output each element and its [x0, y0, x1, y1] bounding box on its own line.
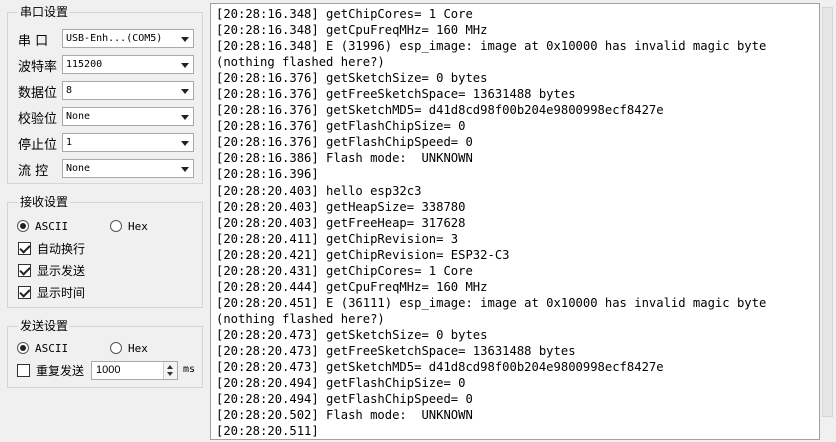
send-settings-title: 发送设置	[18, 318, 71, 334]
log-line: [20:28:16.348] getChipCores= 1 Core	[216, 7, 473, 21]
log-line: [20:28:20.494] getFlashChipSpeed= 0	[216, 392, 473, 407]
baud-value: 115200	[66, 59, 103, 70]
log-line: [20:28:20.444] getCpuFreqMHz= 160 MHz	[216, 279, 488, 294]
interval-unit-label: ms	[183, 364, 196, 375]
log-line: [20:28:16.376] getSketchMD5= d41d8cd98f0…	[216, 103, 664, 118]
scrollbar-thumb[interactable]	[822, 7, 833, 417]
log-line: [20:28:20.511]	[216, 424, 319, 439]
repeat-interval-input[interactable]: 1000	[91, 361, 178, 380]
baud-label: 波特率	[18, 59, 58, 75]
chevron-down-icon	[181, 63, 189, 68]
log-line: [20:28:16.376] getFreeSketchSpace= 13631…	[216, 87, 576, 102]
checkbox-checked-icon	[18, 263, 31, 277]
repeat-send-label: 重复发送	[36, 363, 85, 378]
repeat-interval-value: 1000	[96, 364, 121, 376]
parity-select[interactable]: None	[62, 107, 194, 126]
receive-settings-title: 接收设置	[18, 194, 71, 210]
port-label: 串 口	[18, 33, 49, 49]
log-line: [20:28:20.502] Flash mode: UNKNOWN	[216, 408, 473, 423]
flow-label: 流 控	[18, 163, 49, 179]
auto-wrap-label: 自动换行	[37, 241, 86, 256]
show-time-label: 显示时间	[37, 285, 86, 300]
flow-select[interactable]: None	[62, 159, 194, 178]
log-line: [20:28:20.431] getChipCores= 1 Core	[216, 263, 473, 278]
flow-row: 流 控	[18, 159, 64, 179]
log-line: [20:28:20.421] getChipRevision= ESP32-C3	[216, 247, 510, 262]
serial-settings-title: 串口设置	[18, 4, 71, 20]
receive-hex-label: Hex	[128, 219, 148, 233]
stop-bits-row: 停止位	[18, 133, 64, 153]
chevron-down-icon	[181, 167, 189, 172]
parity-value: None	[66, 111, 91, 122]
log-line: [20:28:16.348] E (31996) esp_image: imag…	[216, 39, 767, 54]
flow-value: None	[66, 163, 91, 174]
log-line: [20:28:20.473] getSketchSize= 0 bytes	[216, 327, 488, 342]
receive-ascii-label: ASCII	[35, 219, 69, 233]
stop-bits-value: 1	[66, 137, 73, 148]
log-line: [20:28:20.473] getFreeSketchSpace= 13631…	[216, 343, 576, 358]
spin-down-icon[interactable]	[167, 372, 173, 376]
spin-buttons[interactable]	[163, 362, 177, 379]
serial-settings-group: 串口设置 串 口 USB-Enh...(COM5) 波特率 115200 数据位…	[7, 4, 203, 184]
data-bits-value: 8	[66, 85, 73, 96]
auto-wrap-checkbox[interactable]: 自动换行	[18, 239, 85, 257]
radio-selected-icon	[17, 220, 29, 232]
show-send-label: 显示发送	[37, 263, 86, 278]
send-hex-radio[interactable]: Hex	[110, 339, 148, 357]
radio-unselected-icon	[110, 220, 122, 232]
log-line: [20:28:20.403] getFreeHeap= 317628	[216, 215, 466, 230]
log-line: [20:28:20.473] getSketchMD5= d41d8cd98f0…	[216, 360, 664, 375]
log-line: [20:28:20.403] getHeapSize= 338780	[216, 199, 466, 214]
receive-settings-group: 接收设置 ASCII Hex 自动换行 显示发送 显示时间	[7, 194, 203, 308]
log-line: [20:28:16.386] Flash mode: UNKNOWN	[216, 151, 473, 166]
chevron-down-icon	[181, 89, 189, 94]
baud-row: 波特率	[18, 55, 64, 75]
stop-bits-label: 停止位	[18, 137, 58, 153]
radio-selected-icon	[17, 342, 29, 354]
log-scrollbar[interactable]	[820, 3, 836, 440]
log-lines: [20:28:16.348] getChipCores= 1 Core [20:2…	[211, 4, 819, 439]
port-value: USB-Enh...(COM5)	[66, 33, 163, 44]
log-line: (nothing flashed here?)	[216, 311, 385, 326]
settings-panel: 串口设置 串 口 USB-Enh...(COM5) 波特率 115200 数据位…	[0, 0, 208, 442]
log-line: [20:28:16.396]	[216, 167, 319, 182]
log-line: [20:28:20.403] hello esp32c3	[216, 183, 422, 198]
send-ascii-label: ASCII	[35, 341, 69, 355]
log-line: [20:28:20.494] getFlashChipSize= 0	[216, 376, 466, 391]
chevron-down-icon	[181, 141, 189, 146]
data-bits-select[interactable]: 8	[62, 81, 194, 100]
checkbox-checked-icon	[18, 241, 31, 255]
chevron-down-icon	[181, 115, 189, 120]
spin-up-icon[interactable]	[167, 365, 173, 369]
checkbox-checked-icon	[18, 285, 31, 299]
receive-log-textarea[interactable]: [20:28:16.348] getChipCores= 1 Core [20:2…	[210, 3, 820, 440]
data-bits-row: 数据位	[18, 81, 64, 101]
parity-label: 校验位	[18, 111, 58, 127]
log-line: [20:28:16.376] getSketchSize= 0 bytes	[216, 71, 488, 86]
send-hex-label: Hex	[128, 341, 148, 355]
show-send-checkbox[interactable]: 显示发送	[18, 261, 85, 279]
port-row: 串 口	[18, 29, 64, 49]
repeat-send-checkbox[interactable]: 重复发送	[17, 361, 84, 379]
show-time-checkbox[interactable]: 显示时间	[18, 283, 85, 301]
log-line: (nothing flashed here?)	[216, 55, 385, 70]
baud-select[interactable]: 115200	[62, 55, 194, 74]
receive-ascii-radio[interactable]: ASCII	[17, 217, 68, 235]
checkbox-unchecked-icon	[17, 363, 30, 377]
send-ascii-radio[interactable]: ASCII	[17, 339, 68, 357]
log-line: [20:28:20.411] getChipRevision= 3	[216, 231, 459, 246]
log-line: [20:28:16.376] getFlashChipSpeed= 0	[216, 135, 473, 150]
log-line: [20:28:16.376] getFlashChipSize= 0	[216, 119, 466, 134]
radio-unselected-icon	[110, 342, 122, 354]
parity-row: 校验位	[18, 107, 64, 127]
data-bits-label: 数据位	[18, 85, 58, 101]
port-select[interactable]: USB-Enh...(COM5)	[62, 29, 194, 48]
chevron-down-icon	[181, 37, 189, 42]
receive-hex-radio[interactable]: Hex	[110, 217, 148, 235]
log-line: [20:28:16.348] getCpuFreqMHz= 160 MHz	[216, 23, 488, 38]
stop-bits-select[interactable]: 1	[62, 133, 194, 152]
log-line: [20:28:20.451] E (36111) esp_image: imag…	[216, 295, 767, 310]
